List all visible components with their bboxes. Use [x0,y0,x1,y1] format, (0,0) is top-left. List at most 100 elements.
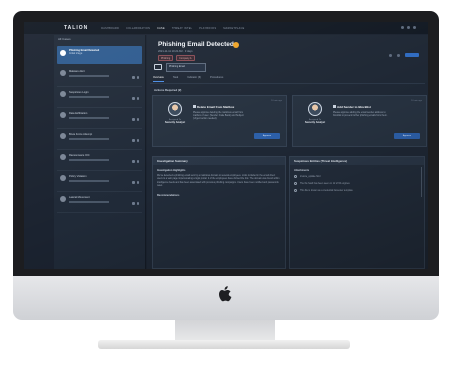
card-title: Delete Email from Mailbox [197,105,235,109]
sidebar-item[interactable]: Brute Force Attempt [57,129,142,150]
approve-button[interactable]: Approve [394,133,420,139]
entity-text: The file hash has been seen on 12 of 60 … [300,182,350,185]
panel-title: Suspicious Entities (Threat Intelligence… [290,157,424,165]
nav-collaboration[interactable]: COLLABORATION [126,27,150,30]
assignee: Assigned To Security Analyst [300,102,330,124]
task-icon [333,105,336,108]
nav-dashboard[interactable]: DASHBOARD [101,27,119,30]
user-avatar-icon[interactable] [413,26,416,29]
warning-icon [233,42,239,48]
sidebar-item-controls [132,76,139,79]
flag-icon[interactable] [132,202,135,205]
assignee-role: Security Analyst [164,121,186,124]
more-icon[interactable] [136,181,139,184]
entity-text: This file is known as a credential harve… [300,189,353,192]
more-icon[interactable] [136,76,139,79]
sidebar-item[interactable]: Ransomware IOC [57,150,142,171]
flag-icon[interactable] [132,76,135,79]
settings-icon[interactable] [407,26,410,29]
placeholder-line [69,75,109,77]
entity-row[interactable]: invoice_update.html [290,173,424,180]
notification-icon[interactable] [401,26,404,29]
source-dropdown[interactable]: Phishing Email [166,63,206,72]
actions-required-label: Actions Required (2) [154,88,182,92]
more-icon[interactable] [136,97,139,100]
primary-action-button[interactable] [405,53,419,57]
card-time: 10 min ago [271,100,282,102]
folder-icon [154,64,162,70]
tab-task[interactable]: Task [173,76,178,82]
action-card: 10 min ago Assigned To Security Analyst … [152,95,287,147]
case-status-icon [60,91,66,97]
case-detail: Phishing Email Detected 2021-11-11 10:22… [147,35,428,269]
info-icon [294,189,297,192]
sidebar-item-active[interactable]: Phishing Email Detected Initial triage [57,46,142,64]
nav-playbooks[interactable]: PLAYBOOKS [199,27,216,30]
case-sidebar: All Cases Phishing Email Detected Initia… [54,35,146,269]
suspicious-entities-panel: Suspicious Entities (Threat Intelligence… [289,156,425,269]
incident-title: Phishing Email Detected [158,41,234,48]
panel-body: We've detected a phishing email sent by … [157,175,280,187]
sidebar-item-title: Ransomware IOC [69,154,90,157]
placeholder-line [69,180,109,182]
flag-icon[interactable] [132,139,135,142]
assignee: Assigned To Security Analyst [160,102,190,124]
sidebar-item-title: Brute Force Attempt [69,133,93,136]
apple-logo-icon [219,286,232,302]
app-screen: TALION DASHBOARD COLLABORATION CASE THRE… [24,22,428,269]
investigation-summary-panel: Investigation Summary Investigation High… [152,156,286,269]
placeholder-line [69,201,109,203]
tab-indicator[interactable]: Indicator (6) [187,76,201,82]
tab-procedures[interactable]: Procedures [210,76,223,82]
sidebar-item-title: Malware Alert [69,70,85,73]
sidebar-item-controls [132,118,139,121]
placeholder-line [69,96,109,98]
sidebar-item-sub: Initial triage [69,52,83,55]
case-status-icon [60,154,66,160]
assignee-role: Security Analyst [304,121,326,124]
nav-case[interactable]: CASE [157,27,165,30]
more-icon[interactable] [136,118,139,121]
more-icon[interactable] [136,202,139,205]
flag-icon[interactable] [132,118,135,121]
action-card: 10 min ago Assigned To Security Analyst … [292,95,427,147]
flag-icon[interactable] [132,181,135,184]
sidebar-item-controls [132,139,139,142]
sidebar-item-controls [132,160,139,163]
entity-row[interactable]: This file is known as a credential harve… [290,187,424,194]
panel-subtitle: Attachments [294,169,310,172]
sidebar-item[interactable]: Data Exfiltration [57,108,142,129]
nav-threat-intel[interactable]: THREAT INTEL [172,27,192,30]
share-icon[interactable] [389,53,392,57]
more-icon[interactable] [136,139,139,142]
recommendations-heading: Recommendations [157,194,180,198]
sidebar-item[interactable]: Malware Alert [57,66,142,87]
tab-overview[interactable]: Overview [153,76,164,82]
flag-icon[interactable] [132,160,135,163]
incident-tabs: Overview Task Indicator (6) Procedures [153,76,223,82]
tag[interactable]: Company A [176,55,195,61]
tag[interactable]: Phishing [158,55,174,61]
edit-icon[interactable] [397,53,400,57]
header-actions [389,53,419,57]
flag-icon[interactable] [132,97,135,100]
entity-row[interactable]: The file hash has been seen on 12 of 60 … [290,180,424,187]
incident-header: Phishing Email Detected 2021-11-11 10:22… [150,38,425,74]
incident-tags: Phishing Company A [158,55,195,61]
placeholder-line [69,117,109,119]
avatar [168,102,182,116]
sidebar-item[interactable]: Suspicious Login [57,87,142,108]
nav-marketplace[interactable]: MARKETPLACE [223,27,244,30]
sidebar-item-controls [132,97,139,100]
approve-button[interactable]: Approve [254,133,280,139]
more-icon[interactable] [136,160,139,163]
sidebar-item[interactable]: Lateral Movement [57,192,142,213]
sidebar-item[interactable]: Policy Violation [57,171,142,192]
info-icon [294,182,297,185]
case-status-icon [60,196,66,202]
incident-meta: 2021-11-11 10:22 AM · 3 days [158,50,193,53]
scrollbar[interactable] [420,167,422,197]
sidebar-item-title: Data Exfiltration [69,112,88,115]
case-status-icon [60,133,66,139]
case-status-icon [60,50,66,56]
